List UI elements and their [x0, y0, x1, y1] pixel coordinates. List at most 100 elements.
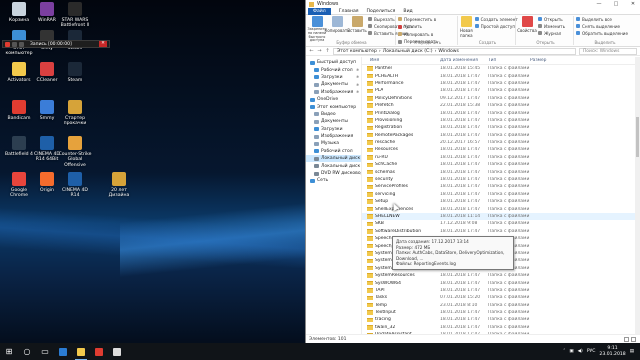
- language-indicator[interactable]: РУС: [587, 349, 596, 354]
- table-row[interactable]: TextInput 18.01.2018 17:47 Папка с файлами: [362, 309, 640, 316]
- desktop-icon[interactable]: STAR WARS Battlefront II: [58, 2, 92, 29]
- history-button[interactable]: Журнал: [538, 30, 565, 36]
- maximize-button[interactable]: □: [609, 0, 623, 8]
- table-row[interactable]: Temp 23.01.2018 8:10 Папка с файлами: [362, 302, 640, 309]
- breadcrumb-drive[interactable]: Локальный диск (C:): [383, 49, 433, 54]
- column-type[interactable]: Тип: [488, 58, 530, 63]
- nav-item[interactable]: Локальный диск (C:): [306, 155, 361, 163]
- address-bar[interactable]: Этот компьютер › Локальный диск (C:) › Win…: [333, 47, 576, 55]
- select-all-button[interactable]: Выделить все: [576, 16, 632, 22]
- forward-button[interactable]: →: [317, 48, 322, 54]
- table-row[interactable]: Setup 18.01.2018 17:47 Папка с файлами: [362, 198, 640, 205]
- table-row[interactable]: TAPI 18.01.2018 17:47 Папка с файлами: [362, 287, 640, 294]
- table-row[interactable]: tracing 18.01.2018 17:47 Папка с файлами: [362, 316, 640, 323]
- taskbar-search-button[interactable]: ○: [18, 343, 36, 360]
- table-row[interactable]: ServiceProfiles 18.01.2018 17:47 Папка с ф…: [362, 183, 640, 190]
- new-item-button[interactable]: Создать элемент: [474, 16, 518, 22]
- nav-item[interactable]: Музыка: [306, 140, 361, 147]
- column-size[interactable]: Размер: [530, 58, 560, 63]
- nav-item[interactable]: DVD RW дисковод (E:): [306, 170, 361, 177]
- notifications-icon[interactable]: ▤: [630, 349, 634, 354]
- table-row[interactable]: SystemResources 18.01.2018 17:47 Папка с ф…: [362, 272, 640, 279]
- desktop-icon[interactable]: Стартер прокачки: [58, 100, 92, 127]
- nav-item[interactable]: OneDrive: [306, 96, 361, 103]
- camera-icon[interactable]: [19, 41, 24, 47]
- table-row[interactable]: Registration 18.01.2018 17:47 Папка с файл…: [362, 124, 640, 131]
- nav-item[interactable]: Документы: [306, 118, 361, 125]
- nav-item[interactable]: Сеть: [306, 177, 361, 184]
- pause-icon[interactable]: [12, 41, 17, 47]
- edit-button[interactable]: Изменить: [538, 23, 565, 29]
- taskbar-task-view-button[interactable]: ▭: [36, 343, 54, 360]
- table-row[interactable]: SoftwareDistribution 18.01.2018 17:47 Папк…: [362, 228, 640, 235]
- close-icon[interactable]: ✕: [99, 41, 107, 47]
- table-row[interactable]: Provisioning 18.01.2018 17:47 Папка с файл…: [362, 117, 640, 124]
- details-view-icon[interactable]: [624, 336, 629, 342]
- tab-view[interactable]: Вид: [403, 9, 412, 14]
- nav-item[interactable]: Изображения ✱: [306, 89, 361, 96]
- nav-item[interactable]: Изображения: [306, 133, 361, 140]
- breadcrumb-windows[interactable]: Windows: [438, 49, 459, 54]
- table-row[interactable]: Performance 18.01.2018 17:47 Папка с файла…: [362, 80, 640, 87]
- taskbar-explorer-button[interactable]: [72, 343, 90, 360]
- table-row[interactable]: SHELLNEW 18.01.2018 11:14 Папка с файлами: [362, 212, 640, 221]
- record-icon[interactable]: [5, 41, 10, 47]
- large-icons-view-icon[interactable]: [631, 336, 636, 342]
- table-row[interactable]: PrintDialog 18.01.2018 17:47 Папка с файла…: [362, 109, 640, 116]
- table-row[interactable]: security 18.01.2018 17:47 Папка с файлами: [362, 176, 640, 183]
- desktop-icon[interactable]: Counter-Strike Global Offensive: [58, 136, 92, 168]
- scrollbar[interactable]: [635, 57, 640, 334]
- back-button[interactable]: ←: [309, 48, 314, 54]
- table-row[interactable]: Panther 18.01.2018 15:45 Папка с файлами: [362, 65, 640, 72]
- table-row[interactable]: RemotePackages 18.01.2018 17:47 Папка с фа…: [362, 132, 640, 139]
- tab-share[interactable]: Поделиться: [367, 9, 396, 14]
- table-row[interactable]: rescache 20.12.2017 16:57 Папка с файлами: [362, 139, 640, 146]
- table-row[interactable]: ShellExperiences 18.01.2018 17:47 Папка с …: [362, 205, 640, 212]
- select-none-button[interactable]: Снять выделение: [576, 23, 632, 29]
- table-row[interactable]: Tasks 07.01.2018 15:20 Папка с файлами: [362, 294, 640, 301]
- chevron-up-icon[interactable]: ˄: [563, 349, 565, 354]
- network-icon[interactable]: ▣: [569, 349, 573, 354]
- column-date[interactable]: Дата изменения: [440, 58, 488, 63]
- tab-home[interactable]: Главная: [339, 9, 359, 14]
- breadcrumb-this-pc[interactable]: Этот компьютер: [337, 49, 377, 54]
- table-row[interactable]: SysWOW64 18.01.2018 17:47 Папка с файлами: [362, 279, 640, 286]
- table-row[interactable]: Resources 18.01.2018 17:47 Папка с файлами: [362, 146, 640, 153]
- delete-button[interactable]: Удалить: [398, 24, 422, 30]
- nav-item[interactable]: Рабочий стол: [306, 148, 361, 155]
- scrollbar-thumb[interactable]: [636, 117, 639, 157]
- move-to-button[interactable]: Переместить в: [398, 16, 436, 22]
- table-row[interactable]: SKB 17.12.2018 9:08 Папка с файлами: [362, 220, 640, 227]
- minimize-button[interactable]: —: [592, 0, 606, 8]
- copy-to-button[interactable]: Копировать в: [398, 31, 433, 37]
- nav-item[interactable]: Загрузки: [306, 126, 361, 133]
- nav-item[interactable]: Быстрый доступ: [306, 59, 361, 66]
- tab-file[interactable]: Файл: [308, 7, 331, 15]
- recording-toolbar[interactable]: Запись [00:00:00] ✕: [2, 40, 110, 48]
- desktop-icon[interactable]: CINEMA 4D R14: [58, 172, 92, 199]
- nav-item[interactable]: Загрузки ✱: [306, 74, 361, 81]
- column-name[interactable]: Имя: [362, 58, 440, 63]
- taskbar-bandicam-button[interactable]: [90, 343, 108, 360]
- table-row[interactable]: servicing 18.01.2018 17:47 Папка с файлами: [362, 191, 640, 198]
- nav-item[interactable]: Рабочий стол ✱: [306, 66, 361, 73]
- table-row[interactable]: ru-RU 18.01.2018 17:47 Папка с файлами: [362, 154, 640, 161]
- search-input[interactable]: Поиск: Windows: [579, 47, 637, 55]
- taskbar-start-button[interactable]: ⊞: [0, 343, 18, 360]
- volume-icon[interactable]: ◀): [578, 349, 583, 354]
- taskbar-unity-button[interactable]: [108, 343, 126, 360]
- nav-item[interactable]: Этот компьютер: [306, 103, 361, 110]
- nav-item[interactable]: Локальный диск (D:): [306, 162, 361, 169]
- nav-item[interactable]: Документы ✱: [306, 81, 361, 88]
- table-row[interactable]: PLA 18.01.2018 17:47 Папка с файлами: [362, 87, 640, 94]
- taskbar-edge-button[interactable]: [54, 343, 72, 360]
- table-row[interactable]: PCHEALTH 18.01.2018 17:47 Папка с файлами: [362, 72, 640, 79]
- table-row[interactable]: schemas 18.01.2018 17:47 Папка с файлами: [362, 168, 640, 175]
- table-row[interactable]: SchCache 18.01.2018 17:47 Папка с файлами: [362, 161, 640, 168]
- table-row[interactable]: PolicyDefinitions 09.12.2017 17:47 Папка с…: [362, 95, 640, 102]
- desktop-icon[interactable]: Steam: [58, 62, 92, 83]
- table-row[interactable]: twain_32 18.01.2018 17:47 Папка с файлами: [362, 324, 640, 331]
- open-button[interactable]: Открыть: [538, 16, 565, 22]
- close-button[interactable]: ✕: [626, 0, 640, 8]
- clock[interactable]: 9:11 23.01.2018: [599, 346, 625, 357]
